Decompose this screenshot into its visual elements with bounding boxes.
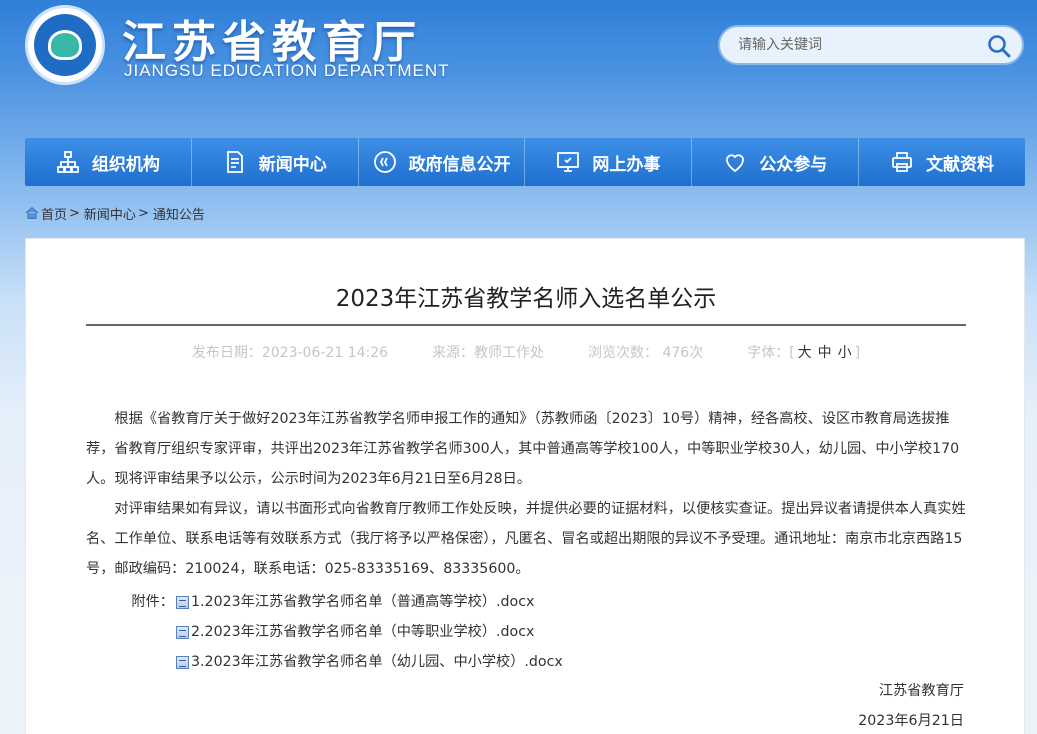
nav-item-organization[interactable]: 组织机构 [25,138,192,186]
nav-item-news[interactable]: 新闻中心 [192,138,359,186]
heart-icon [726,154,745,173]
breadcrumb-separator: > [137,205,149,221]
monitor-icon [557,152,580,172]
search-input[interactable] [738,37,978,53]
nav-label: 组织机构 [91,154,160,175]
font-size-close: ] [854,345,861,361]
font-size-medium[interactable]: 中 [818,345,832,361]
breadcrumb: 首页 > 新闻中心 > 通知公告 [25,203,205,223]
nav-item-online-service[interactable]: 网上办事 [525,138,693,186]
signature-date: 2023年6月21日 [858,713,964,729]
home-icon [25,206,39,219]
play-circle-icon [373,151,396,173]
nav-label: 文献资料 [926,154,995,175]
nav-item-gov-info[interactable]: 政府信息公开 [359,138,526,186]
article-title: 2023年江苏省教学名师入选名单公示 [335,286,717,312]
font-size-control: 字体：[大中小] [747,342,860,362]
document-icon [226,151,243,173]
org-chart-icon [57,151,79,173]
view-count: 浏览次数： 476次 [588,345,704,361]
nav-label: 公众参与 [759,154,828,175]
search-box [718,25,1024,65]
site-subtitle: JIANGSU EDUCATION DEPARTMENT [124,61,450,80]
article-body: 根据《省教育厅关于做好2023年江苏省教学名师申报工作的通知》（苏教师函〔202… [86,404,966,584]
site-header: 江苏省教育厅 JIANGSU EDUCATION DEPARTMENT [0,0,1037,130]
breadcrumb-home[interactable]: 首页 [41,204,67,223]
publish-date: 发布日期：2023-06-21 14:26 [191,345,389,361]
attachment-link[interactable]: 1.2023年江苏省教学名师名单（普通高等学校）.docx [191,587,534,617]
logo-emblem-icon [34,14,96,76]
article-meta: 发布日期：2023-06-21 14:26 来源：教师工作处 浏览次数： 476… [86,342,966,362]
search-icon[interactable] [986,33,1012,59]
breadcrumb-news-center[interactable]: 新闻中心 [84,204,136,223]
nav-label: 网上办事 [592,154,661,175]
font-size-large[interactable]: 大 [798,345,812,361]
attachment-link[interactable]: 3.2023年江苏省教学名师名单（幼儿园、中小学校）.docx [191,647,563,677]
docx-file-icon [176,595,189,609]
font-size-label: 字体：[ [747,345,795,361]
docx-file-icon [176,655,189,669]
breadcrumb-separator: > [69,205,80,221]
nav-item-documents[interactable]: 文献资料 [859,138,1025,186]
article-source: 来源：教师工作处 [432,345,545,361]
title-divider [86,324,966,326]
breadcrumb-notices[interactable]: 通知公告 [153,204,205,223]
article-panel: 2023年江苏省教学名师入选名单公示 发布日期：2023-06-21 14:26… [25,238,1025,734]
paragraph: 根据《省教育厅关于做好2023年江苏省教学名师申报工作的通知》（苏教师函〔202… [86,411,960,487]
docx-file-icon [176,625,189,639]
printer-icon [892,152,912,172]
site-logo[interactable] [25,5,105,85]
nav-label: 新闻中心 [258,154,327,175]
nav-item-public-participation[interactable]: 公众参与 [692,138,860,186]
font-size-small[interactable]: 小 [838,345,852,361]
signature-org: 江苏省教育厅 [878,683,964,699]
paragraph: 对评审结果如有异议，请以书面形式向省教育厅教师工作处反映，并提供必要的证据材料，… [86,501,966,577]
nav-label: 政府信息公开 [408,154,511,175]
attachments: 附件： 1.2023年江苏省教学名师名单（普通高等学校）.docx 2.2023… [86,587,563,677]
attachments-label: 附件： [131,594,174,610]
signature-block: 江苏省教育厅 2023年6月21日 [858,676,964,734]
main-nav: 组织机构 新闻中心 政府信息公开 网上办事 公众参与 文献资料 [25,138,1025,186]
attachment-link[interactable]: 2.2023年江苏省教学名师名单（中等职业学校）.docx [191,617,534,647]
